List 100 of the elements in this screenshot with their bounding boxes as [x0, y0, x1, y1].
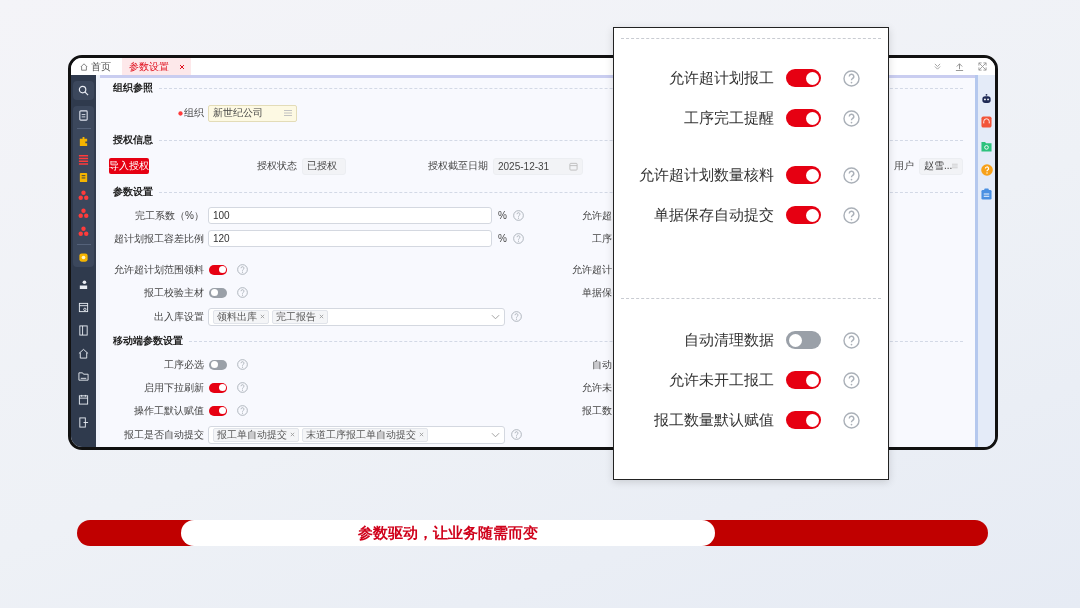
puzzle-icon[interactable] — [78, 136, 89, 147]
number-field[interactable]: 100 — [208, 207, 492, 224]
help-icon[interactable] — [843, 206, 860, 224]
toggle-switch[interactable] — [209, 264, 227, 275]
setting-label: 工序完工提醒 — [683, 108, 774, 128]
chevron-down-icon[interactable] — [491, 431, 500, 438]
house-icon[interactable] — [78, 348, 89, 359]
nodes-icon[interactable] — [78, 190, 89, 201]
status-field[interactable]: 已授权 — [302, 157, 346, 175]
help-icon[interactable] — [237, 405, 248, 416]
tab[interactable]: 参数设置 — [122, 58, 191, 75]
badge-icon[interactable] — [78, 252, 89, 263]
calendar-icon[interactable] — [78, 394, 89, 405]
help-icon[interactable] — [843, 331, 860, 349]
list-icon[interactable] — [78, 154, 89, 165]
organization-picker[interactable]: 新世纪公司 — [208, 104, 297, 122]
section-title: 授权信息 — [113, 133, 153, 147]
help-icon[interactable] — [843, 109, 860, 127]
field-label: 用户 — [894, 159, 914, 173]
close-icon[interactable] — [260, 314, 265, 319]
document-icon[interactable] — [78, 110, 89, 121]
field-label: 出入库设置 — [154, 309, 204, 324]
field-label: 完工系数（%） — [135, 208, 204, 223]
toggle-switch[interactable] — [786, 371, 821, 389]
toggle-switch[interactable] — [209, 287, 227, 298]
close-icon[interactable] — [290, 432, 295, 437]
notepad-icon[interactable] — [78, 172, 89, 183]
robot-icon[interactable] — [981, 93, 992, 104]
chevron-down-icon[interactable] — [491, 313, 500, 320]
toggle-switch[interactable] — [786, 411, 821, 429]
headset-icon[interactable] — [981, 116, 992, 128]
help-icon[interactable] — [237, 382, 248, 393]
field-label: 自动 — [592, 358, 612, 370]
tag[interactable]: 报工单自动提交 — [213, 427, 299, 442]
field-label: 授权截至日期 — [428, 159, 488, 173]
setting-label: 自动清理数据 — [683, 330, 774, 350]
door-icon[interactable] — [78, 417, 89, 428]
tag[interactable]: 完工报告 — [272, 309, 328, 324]
field-label: 授权状态 — [257, 159, 297, 173]
date-field[interactable]: 2025-12-31 — [493, 157, 583, 175]
expand-icon[interactable] — [978, 62, 987, 71]
book-icon[interactable] — [78, 325, 89, 336]
toggle-switch[interactable] — [209, 405, 227, 416]
field-label: 允许超计 — [572, 263, 612, 275]
unit-label: % — [498, 210, 507, 221]
nodes-icon[interactable] — [78, 208, 89, 219]
help-icon[interactable] — [237, 359, 248, 370]
setting-label: 允许超计划数量核料 — [638, 165, 774, 185]
help-icon[interactable] — [511, 429, 522, 440]
field-label: 工序必选 — [164, 357, 204, 372]
close-icon[interactable] — [179, 63, 185, 70]
import-button[interactable]: 导入授权 — [109, 158, 149, 174]
toggle-switch[interactable] — [786, 109, 821, 127]
folder-icon[interactable] — [78, 371, 89, 382]
toggle-switch[interactable] — [786, 331, 821, 349]
setting-label: 允许未开工报工 — [668, 370, 774, 390]
toggle-switch[interactable] — [786, 69, 821, 87]
toggle-switch[interactable] — [209, 359, 227, 370]
help-icon[interactable] — [980, 164, 993, 176]
close-icon[interactable] — [419, 432, 424, 437]
section-title: 组织参照 — [113, 81, 153, 95]
field-label: 组织 — [184, 106, 204, 120]
slogan: 参数驱动，让业务随需而变 — [180, 520, 715, 546]
toggle-switch[interactable] — [209, 382, 227, 393]
list-icon[interactable] — [284, 109, 292, 117]
toggle-switch[interactable] — [786, 206, 821, 224]
field-label: 允许超 — [582, 209, 612, 221]
field-label: 超计划报工容差比例 — [114, 231, 204, 246]
help-icon[interactable] — [237, 287, 248, 298]
close-icon[interactable] — [319, 314, 324, 319]
tag[interactable]: 末道工序报工单自动提交 — [302, 427, 428, 442]
help-icon[interactable] — [512, 210, 524, 221]
field-label: 工序 — [592, 232, 612, 244]
people-icon[interactable] — [78, 279, 89, 290]
window-icon[interactable] — [78, 302, 89, 313]
unit-label: % — [498, 233, 507, 244]
help-icon[interactable] — [843, 371, 860, 389]
help-icon[interactable] — [843, 411, 860, 429]
help-icon[interactable] — [511, 311, 522, 322]
multi-select-field[interactable]: 领料出库 完工报告 — [208, 307, 505, 326]
number-field[interactable]: 120 — [208, 230, 492, 247]
field-label: 启用下拉刷新 — [144, 380, 204, 395]
help-icon[interactable] — [843, 166, 860, 184]
double-chevron-icon[interactable] — [934, 63, 941, 70]
calendar-icon — [569, 161, 578, 171]
help-icon[interactable] — [237, 264, 248, 275]
tag[interactable]: 领料出库 — [213, 309, 269, 324]
help-icon[interactable] — [512, 233, 524, 244]
upload-icon[interactable] — [955, 62, 964, 71]
clipboard-icon[interactable] — [981, 188, 992, 200]
user-picker[interactable]: 赵雪... — [919, 157, 963, 175]
nodes-icon[interactable] — [78, 226, 89, 237]
multi-select-field[interactable]: 报工单自动提交 末道工序报工单自动提交 — [208, 425, 505, 444]
field-label: 允许超计划范围领料 — [114, 262, 204, 277]
setting-label: 报工数量默认赋值 — [653, 410, 774, 430]
tab[interactable]: 首页 — [71, 58, 118, 75]
toggle-switch[interactable] — [786, 166, 821, 184]
field-label: 操作工默认赋值 — [134, 403, 204, 418]
help-icon[interactable] — [843, 69, 860, 87]
search-icon[interactable] — [78, 85, 89, 96]
